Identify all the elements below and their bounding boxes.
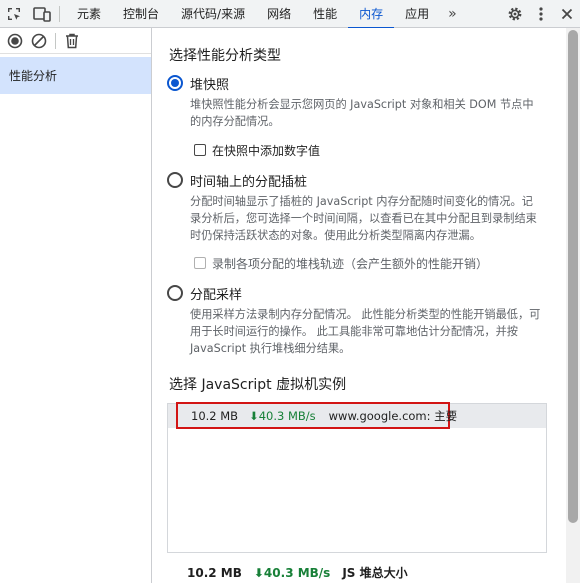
tab-sources[interactable]: 源代码/来源 bbox=[170, 0, 256, 28]
devtools-tab-bar: 元素 控制台 源代码/来源 网络 性能 内存 应用 » bbox=[0, 0, 580, 29]
vm-instance-name: www.google.com: 主要 bbox=[328, 408, 458, 423]
sidebar-item-profiles[interactable]: 性能分析 bbox=[0, 57, 151, 94]
close-icon[interactable] bbox=[554, 3, 580, 25]
select-vm-instance-title: 选择 JavaScript 虚拟机实例 bbox=[169, 377, 347, 393]
gear-icon[interactable] bbox=[502, 3, 528, 25]
select-profiling-type-title: 选择性能分析类型 bbox=[169, 48, 281, 64]
heap-snapshot-option[interactable]: 堆快照 bbox=[167, 73, 229, 93]
vm-instance-row[interactable]: 10.2 MB ⬇40.3 MB/s www.google.com: 主要 bbox=[168, 402, 546, 429]
toolbar-divider bbox=[55, 32, 56, 49]
more-tabs-button[interactable]: » bbox=[440, 0, 465, 28]
allocation-sampling-radio[interactable] bbox=[167, 285, 183, 301]
expose-numeric-values-label: 在快照中添加数字值 bbox=[212, 143, 321, 158]
expose-numeric-values-checkbox[interactable] bbox=[194, 144, 206, 156]
tab-label: 性能 bbox=[313, 7, 338, 21]
tab-label: 内存 bbox=[359, 7, 384, 21]
expose-numeric-values-option[interactable]: 在快照中添加数字值 bbox=[194, 142, 320, 158]
allocation-sampling-option[interactable]: 分配采样 bbox=[167, 283, 242, 303]
vertical-dots-icon[interactable] bbox=[528, 3, 554, 25]
allocation-timeline-radio[interactable] bbox=[167, 172, 183, 188]
allocation-timeline-option[interactable]: 时间轴上的分配插桩 bbox=[167, 170, 307, 190]
allocation-sampling-description: 使用采样方法录制内存分配情况。 此性能分析类型的性能开销最低，可用于长时间运行的… bbox=[190, 308, 541, 355]
allocation-sampling-label: 分配采样 bbox=[190, 287, 243, 303]
tab-label: 网络 bbox=[267, 7, 292, 21]
total-heap-summary: 10.2 MB ⬇40.3 MB/s JS 堆总大小 bbox=[187, 564, 408, 581]
record-icon[interactable] bbox=[3, 29, 27, 53]
vm-heap-size: 10.2 MB bbox=[191, 408, 239, 423]
clear-icon[interactable] bbox=[27, 29, 51, 53]
tab-performance[interactable]: 性能 bbox=[302, 0, 348, 28]
profiles-sidebar: 性能分析 bbox=[0, 28, 152, 583]
scrollbar-thumb[interactable] bbox=[568, 30, 578, 523]
heap-snapshot-radio[interactable] bbox=[167, 75, 183, 91]
vm-instance-list: 10.2 MB ⬇40.3 MB/s www.google.com: 主要 bbox=[167, 402, 547, 553]
sidebar-item-label: 性能分析 bbox=[9, 69, 58, 83]
highlighted-vm-instance[interactable]: 10.2 MB ⬇40.3 MB/s www.google.com: 主要 bbox=[176, 402, 457, 429]
tab-label: 控制台 bbox=[123, 7, 160, 21]
chevron-double-right-icon: » bbox=[448, 5, 457, 22]
allocation-timeline-description: 分配时间轴显示了插桩的 JavaScript 内存分配随时间变化的情况。记录分析… bbox=[190, 195, 537, 242]
panel-scrollbar[interactable] bbox=[566, 28, 580, 583]
tab-label: 应用 bbox=[405, 7, 430, 21]
tab-console[interactable]: 控制台 bbox=[112, 0, 170, 28]
record-stack-traces-checkbox[interactable] bbox=[194, 257, 206, 269]
tab-network[interactable]: 网络 bbox=[256, 0, 302, 28]
heap-snapshot-label: 堆快照 bbox=[190, 77, 230, 93]
total-heap-label: JS 堆总大小 bbox=[342, 566, 408, 580]
record-stack-traces-option[interactable]: 录制各项分配的堆栈轨迹（会产生额外的性能开销） bbox=[194, 255, 488, 271]
device-toggle-icon[interactable] bbox=[31, 3, 53, 25]
tab-elements[interactable]: 元素 bbox=[66, 0, 112, 28]
tab-application[interactable]: 应用 bbox=[394, 0, 440, 28]
total-heap-speed: ⬇40.3 MB/s bbox=[253, 565, 331, 580]
record-stack-traces-label: 录制各项分配的堆栈轨迹（会产生额外的性能开销） bbox=[212, 256, 489, 271]
tab-label: 源代码/来源 bbox=[181, 7, 246, 21]
memory-toolbar bbox=[0, 28, 151, 54]
allocation-timeline-label: 时间轴上的分配插桩 bbox=[190, 174, 308, 190]
tab-label: 元素 bbox=[77, 7, 102, 21]
vm-heap-speed: ⬇40.3 MB/s bbox=[249, 408, 316, 423]
inspect-element-icon[interactable] bbox=[3, 3, 25, 25]
profile-launcher-panel: 选择性能分析类型 堆快照 堆快照性能分析会显示您网页的 JavaScript 对… bbox=[153, 28, 565, 583]
trash-icon[interactable] bbox=[60, 29, 84, 53]
total-heap-size: 10.2 MB bbox=[187, 565, 242, 580]
heap-snapshot-description: 堆快照性能分析会显示您网页的 JavaScript 对象和相关 DOM 节点中的… bbox=[190, 98, 534, 128]
tab-memory[interactable]: 内存 bbox=[348, 0, 395, 29]
tab-bar-divider bbox=[59, 5, 60, 22]
